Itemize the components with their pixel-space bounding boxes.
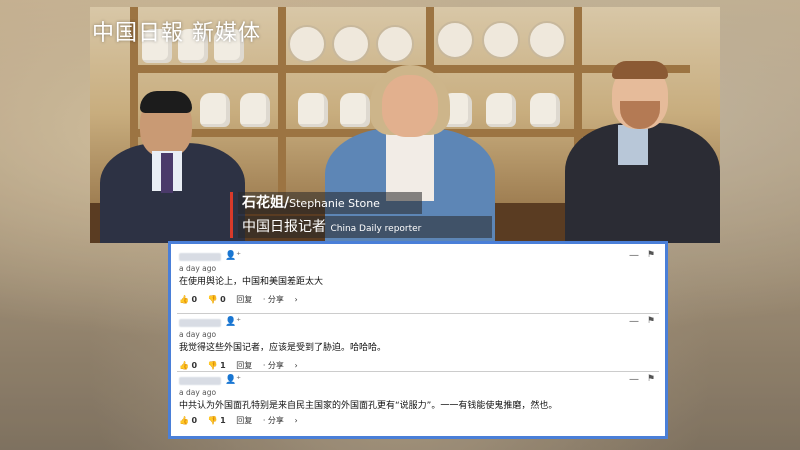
comment-time: a day ago [179,330,217,339]
channel-watermark: 中国日報 新媒体 [92,21,261,46]
share-button[interactable]: · 分享 › [263,415,298,426]
more-icon[interactable]: — [629,250,639,261]
thumbs-up-icon[interactable]: 👍 0 [179,416,197,425]
comment-text: 我觉得这些外国记者，应该是受到了胁迫。哈哈哈。 [179,343,387,353]
dislike-count: 0 [220,295,226,304]
comment-actions: 👍 0 👎 1 回复 · 分享 › [179,415,657,426]
thumbs-up-icon[interactable]: 👍 0 [179,361,197,370]
like-count: 0 [191,295,198,304]
comment-divider [177,371,659,372]
thumbs-down-icon[interactable]: 👎 1 [208,361,226,370]
comment-text: 中共认为外国面孔特别是来自民主国家的外国面孔更有“说服力”。一一有钱能使鬼推磨，… [179,401,558,411]
dislike-count: 1 [220,416,226,425]
share-label: 分享 [267,295,284,304]
comment-divider [177,313,659,314]
video-frame[interactable]: 中国日報 新媒体 石花姐/Stephanie Stone 中国日报记者 Chin… [90,7,720,243]
comment-time: a day ago [179,388,217,397]
caption-title: 中国日报记者 China Daily reporter [238,216,492,238]
comment-time: a day ago [179,264,217,273]
flag-icon[interactable]: ⚑ [647,374,655,384]
share-label: 分享 [267,416,284,425]
comment-item: 👤⁺ — ⚑ a day ago 中共认为外国面孔特别是来自民主国家的外国面孔更… [179,374,657,426]
dislike-count: 1 [220,361,226,370]
comment-text: 在使用舆论上，中国和美国差距太大 [179,277,324,287]
thumbs-down-icon[interactable]: 👎 0 [208,295,226,304]
shelf-post [278,7,286,207]
like-count: 0 [191,361,198,370]
thumbs-up-icon[interactable]: 👍 0 [179,295,197,304]
more-icon[interactable]: — [629,374,639,385]
comment-item: 👤⁺ — ⚑ a day ago 我觉得这些外国记者，应该是受到了胁迫。哈哈哈。… [179,316,657,371]
share-button[interactable]: · 分享 › [263,294,298,305]
comment-actions: 👍 0 👎 0 回复 · 分享 › [179,294,657,305]
user-icon: 👤⁺ [225,251,241,261]
username-blurred[interactable] [179,319,221,327]
like-count: 0 [191,416,198,425]
tea-jar [530,93,560,127]
share-button[interactable]: · 分享 › [263,360,298,371]
caption-title-en: China Daily reporter [330,224,422,234]
comment-item: 👤⁺ — ⚑ a day ago 在使用舆论上，中国和美国差距太大 👍 0 👎 … [179,250,657,305]
person-right [560,43,720,243]
username-blurred[interactable] [179,377,221,385]
user-icon: 👤⁺ [225,375,241,385]
reply-button[interactable]: 回复 [236,294,252,305]
caption-name-zh: 石花姐/ [242,195,290,211]
share-label: 分享 [267,361,284,370]
flag-icon[interactable]: ⚑ [647,316,655,326]
comments-panel: 👤⁺ — ⚑ a day ago 在使用舆论上，中国和美国差距太大 👍 0 👎 … [168,241,668,439]
thumbs-down-icon[interactable]: 👎 1 [208,416,226,425]
reply-button[interactable]: 回复 [236,360,252,371]
flag-icon[interactable]: ⚑ [647,250,655,260]
person-left [90,73,250,243]
user-icon: 👤⁺ [225,317,241,327]
comment-actions: 👍 0 👎 1 回复 · 分享 › [179,360,657,371]
more-icon[interactable]: — [629,316,639,327]
caption-name-en: Stephanie Stone [289,197,380,210]
caption-accent-bar [230,192,233,238]
username-blurred[interactable] [179,253,221,261]
caption-name: 石花姐/Stephanie Stone [238,192,422,214]
reply-button[interactable]: 回复 [236,415,252,426]
person-middle [310,53,510,243]
caption-title-zh: 中国日报记者 [242,219,326,235]
